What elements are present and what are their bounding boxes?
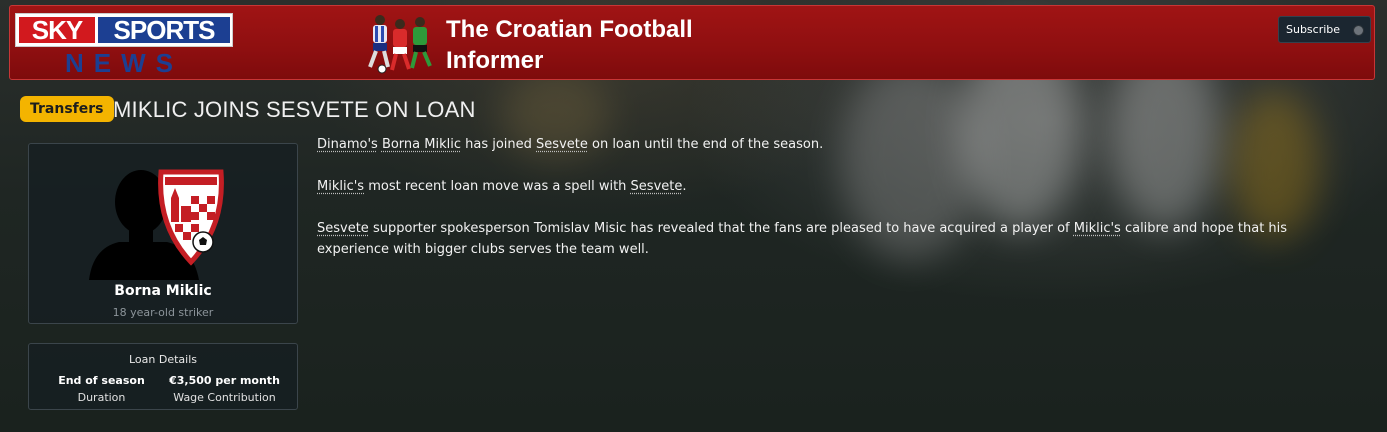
subscribe-button[interactable]: Subscribe bbox=[1278, 16, 1371, 43]
article-text: on loan until the end of the season. bbox=[587, 137, 824, 152]
article-text: has joined bbox=[461, 137, 537, 152]
news-headline: MIKLIC JOINS SESVETE ON LOAN bbox=[113, 97, 476, 122]
news-header-banner: SKY SPORTS NEWS The Croatian Football In… bbox=[9, 5, 1375, 80]
article-text: most recent loan move was a spell with bbox=[364, 179, 631, 194]
club-link[interactable]: Dinamo's bbox=[317, 137, 378, 152]
subscribe-label: Subscribe bbox=[1286, 23, 1341, 36]
footballers-icon bbox=[368, 15, 432, 74]
player-link[interactable]: Borna Miklic bbox=[382, 137, 461, 152]
logo-sky-text: SKY bbox=[19, 17, 95, 43]
logo-news-text: NEWS bbox=[65, 48, 183, 78]
article-paragraph: Sesvete supporter spokesperson Tomislav … bbox=[317, 218, 1357, 260]
article-paragraph: Dinamo's Borna Miklic has joined Sesvete… bbox=[317, 134, 1357, 155]
article-paragraph: Miklic's most recent loan move was a spe… bbox=[317, 176, 1357, 197]
subscribe-toggle-indicator-icon bbox=[1353, 25, 1364, 36]
logo-box: SKY SPORTS bbox=[15, 13, 233, 47]
category-tag: Transfers bbox=[20, 96, 114, 122]
loan-duration: End of season Duration bbox=[39, 374, 164, 404]
loan-details-panel: Loan Details End of season Duration €3,5… bbox=[28, 343, 298, 410]
article-text: . bbox=[682, 179, 687, 194]
loan-wage: €3,500 per month Wage Contribution bbox=[162, 374, 287, 404]
player-description: 18 year-old striker bbox=[112, 306, 214, 319]
article-text: supporter spokesperson Tomislav Misic ha… bbox=[368, 221, 1074, 236]
club-link[interactable]: Sesvete bbox=[317, 221, 369, 236]
player-card[interactable]: Borna Miklic 18 year-old striker bbox=[28, 143, 298, 324]
loan-duration-value: End of season bbox=[58, 374, 145, 387]
article-body: Dinamo's Borna Miklic has joined Sesvete… bbox=[317, 134, 1357, 281]
loan-wage-value: €3,500 per month bbox=[169, 374, 280, 387]
club-badge-icon bbox=[158, 169, 224, 266]
club-link[interactable]: Sesvete bbox=[631, 179, 683, 194]
player-link[interactable]: Miklic's bbox=[1074, 221, 1121, 236]
player-link[interactable]: Miklic's bbox=[317, 179, 364, 194]
loan-wage-label: Wage Contribution bbox=[173, 391, 276, 404]
logo-sports-text: SPORTS bbox=[98, 17, 230, 43]
loan-details-title: Loan Details bbox=[128, 353, 197, 366]
player-name[interactable]: Borna Miklic bbox=[29, 283, 297, 299]
sky-sports-news-logo: SKY SPORTS NEWS bbox=[15, 11, 235, 79]
publication-title: The Croatian Football Informer bbox=[446, 16, 693, 74]
club-link[interactable]: Sesvete bbox=[536, 137, 588, 152]
loan-duration-label: Duration bbox=[77, 391, 126, 404]
